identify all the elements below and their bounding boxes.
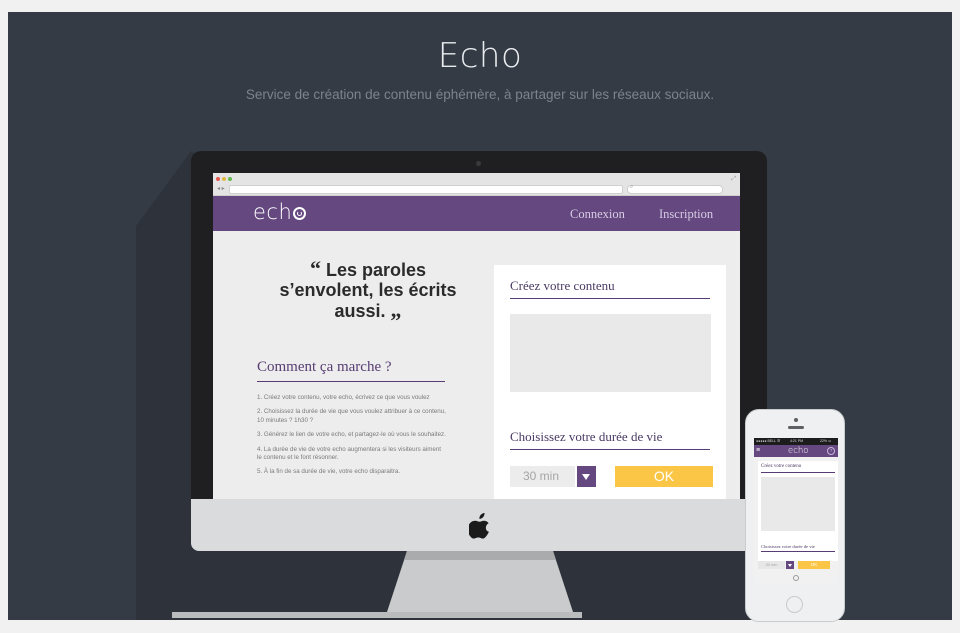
how-divider bbox=[257, 381, 445, 382]
phone-duration-select[interactable]: 30 min bbox=[758, 561, 785, 569]
phone-speaker bbox=[788, 426, 804, 429]
website-screen: ◂ ▸ ⌕ ⤢ ech Connexion Inscription “ Les … bbox=[213, 173, 740, 499]
content-textarea[interactable] bbox=[510, 314, 711, 392]
ok-button[interactable]: OK bbox=[615, 466, 713, 487]
duration-select[interactable]: 30 min bbox=[510, 466, 575, 487]
duration-divider bbox=[510, 449, 710, 450]
nav-inscription-link[interactable]: Inscription bbox=[659, 207, 713, 222]
phone-logo[interactable]: echo bbox=[788, 445, 809, 457]
logo-o-icon bbox=[293, 207, 307, 220]
status-carrier: ●●●●● BELL ☰ bbox=[756, 439, 781, 443]
chevron-down-icon[interactable] bbox=[577, 466, 596, 487]
list-item: 4. La durée de vie de votre echo augment… bbox=[257, 445, 442, 462]
minimize-dot-icon[interactable] bbox=[222, 177, 226, 181]
list-item: 5. À la fin de sa durée de vie, votre ec… bbox=[257, 468, 401, 476]
phone-screen: ●●●●● BELL ☰ 4:21 PM 22% ▭ ≡ echo ? Crée… bbox=[754, 438, 838, 583]
browser-toolbar: ◂ ▸ ⌕ ⤢ bbox=[213, 173, 740, 196]
phone-duration-divider bbox=[761, 551, 835, 552]
nav-connexion-link[interactable]: Connexion bbox=[570, 207, 625, 222]
phone-footer-logo-icon bbox=[793, 575, 799, 581]
list-item: 2. Choisissez la durée de vie que vous v… bbox=[257, 408, 446, 424]
status-time: 4:21 PM bbox=[790, 439, 804, 443]
search-icon: ⌕ bbox=[630, 184, 634, 190]
phone-camera bbox=[794, 418, 798, 422]
site-header: ech Connexion Inscription bbox=[213, 196, 740, 231]
quote-close-mark: „ bbox=[390, 297, 402, 322]
list-item: 3. Générez le lien de votre echo, et par… bbox=[257, 431, 446, 439]
phone-create-title: Créez votre contenu bbox=[761, 464, 802, 469]
close-dot-icon[interactable] bbox=[216, 177, 220, 181]
camera-dot bbox=[476, 161, 481, 166]
url-input[interactable] bbox=[229, 185, 623, 194]
create-title: Créez votre contenu bbox=[510, 278, 615, 293]
quote-text: Les paroles s’envolent, les écrits aussi… bbox=[279, 260, 457, 321]
status-battery: 22% ▭ bbox=[820, 439, 832, 443]
hero-quote: “ Les paroles s’envolent, les écrits aus… bbox=[273, 256, 463, 322]
fullscreen-icon[interactable]: ⤢ bbox=[731, 176, 736, 183]
apple-logo-icon bbox=[469, 513, 489, 539]
logo-text: ech bbox=[253, 200, 293, 224]
home-button[interactable] bbox=[786, 596, 803, 613]
iphone-mockup: ●●●●● BELL ☰ 4:21 PM 22% ▭ ≡ echo ? Crée… bbox=[745, 409, 845, 622]
phone-content-textarea[interactable] bbox=[761, 477, 835, 531]
chevron-down-icon[interactable] bbox=[786, 561, 794, 569]
back-forward-icon[interactable]: ◂ ▸ bbox=[217, 185, 225, 192]
help-icon[interactable]: ? bbox=[827, 447, 835, 455]
phone-create-card: Créez votre contenu Choisissez votre dur… bbox=[758, 461, 838, 561]
create-panel: Créez votre contenu Choisissez votre dur… bbox=[494, 265, 726, 499]
phone-ok-button[interactable]: OK bbox=[798, 561, 830, 569]
how-it-works-title: Comment ça marche ? bbox=[257, 359, 392, 375]
list-item: 1. Créez votre contenu, votre echo, écri… bbox=[257, 394, 430, 401]
echo-logo[interactable]: ech bbox=[253, 200, 307, 224]
phone-create-divider bbox=[761, 472, 835, 473]
quote-open-mark: “ bbox=[309, 256, 321, 281]
phone-status-bar: ●●●●● BELL ☰ 4:21 PM 22% ▭ bbox=[754, 438, 838, 445]
zoom-dot-icon[interactable] bbox=[228, 177, 232, 181]
phone-duration-title: Choisissez votre durée de vie bbox=[761, 544, 815, 549]
duration-title: Choisissez votre durée de vie bbox=[510, 429, 663, 444]
imac-chin bbox=[191, 499, 767, 551]
phone-header: ≡ echo ? bbox=[754, 445, 838, 457]
how-steps-list: 1. Créez votre contenu, votre echo, écri… bbox=[257, 394, 447, 483]
browser-search-input[interactable] bbox=[627, 185, 723, 194]
create-divider bbox=[510, 298, 710, 299]
menu-icon[interactable]: ≡ bbox=[756, 447, 760, 455]
